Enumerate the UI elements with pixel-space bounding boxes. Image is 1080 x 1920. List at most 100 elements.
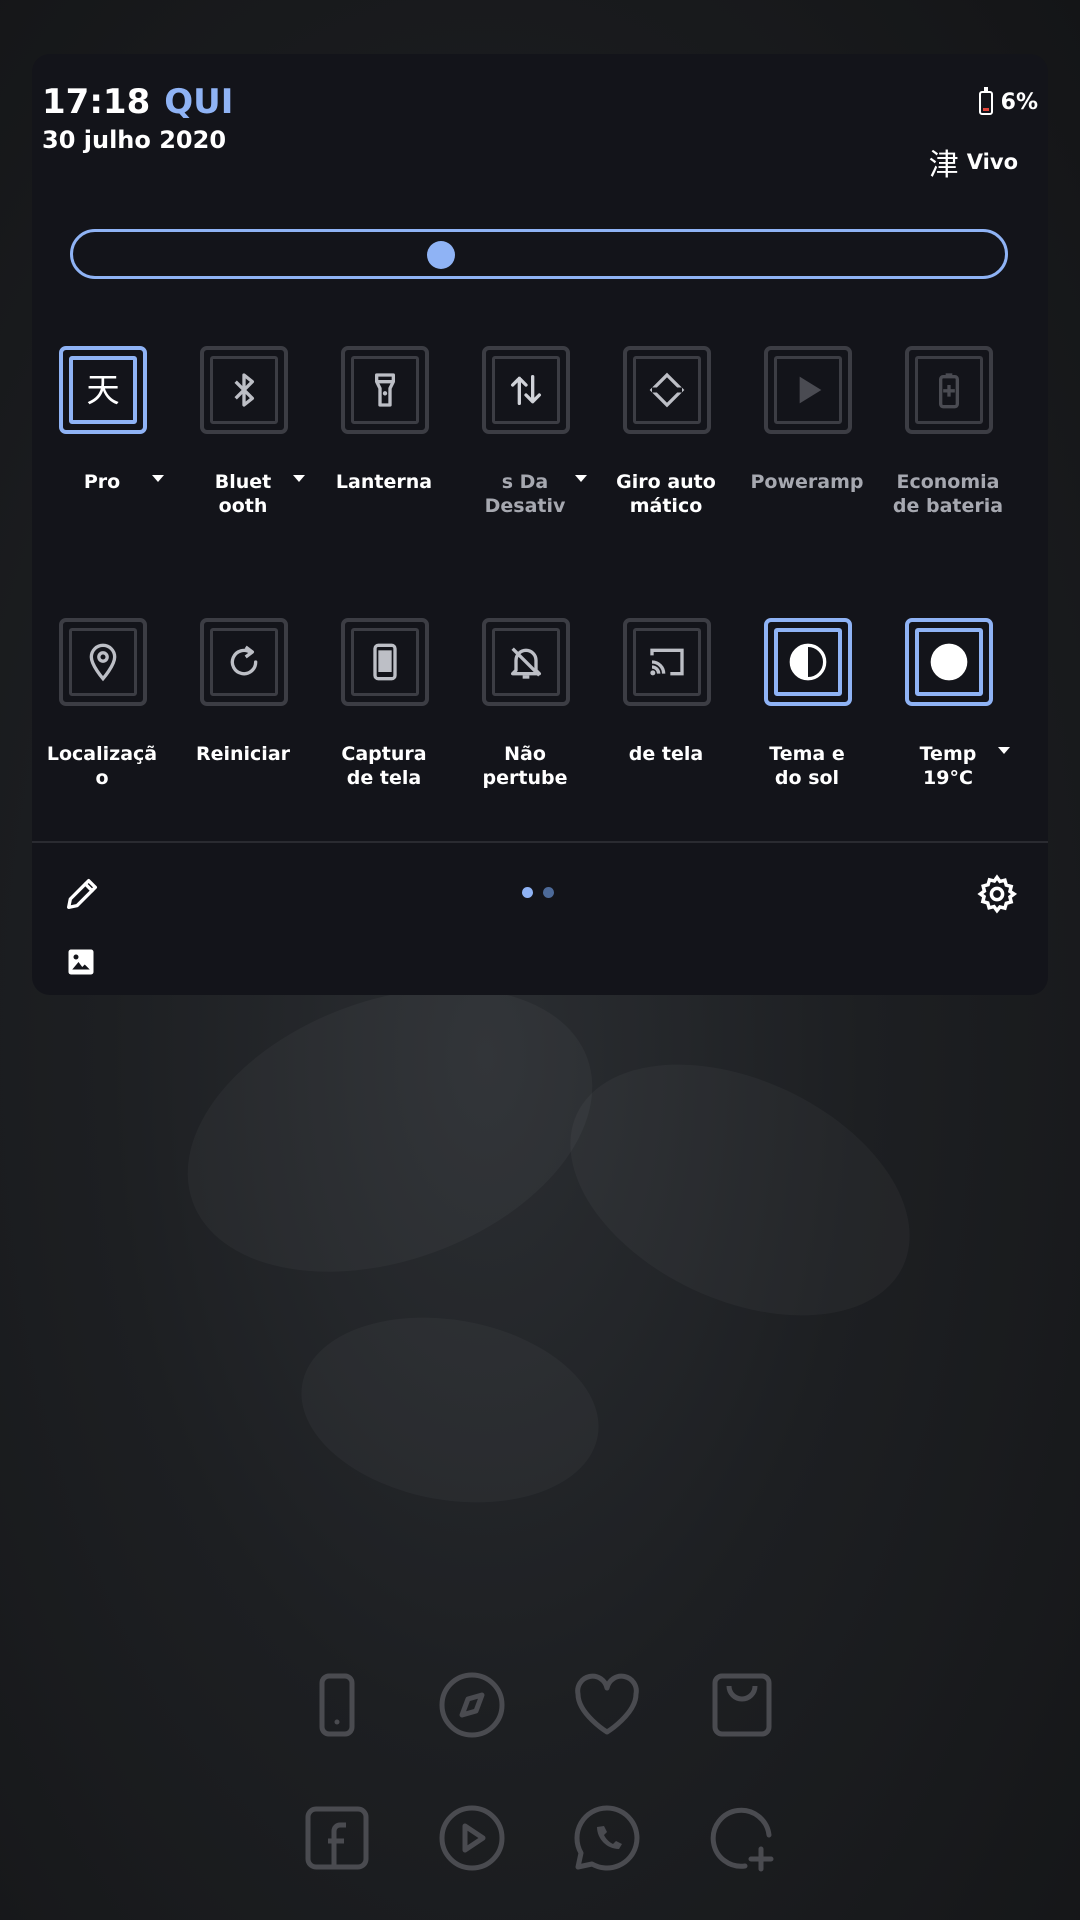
tile-box[interactable]	[482, 618, 570, 706]
quick-tile-flashlight[interactable]: Lanterna	[314, 346, 454, 546]
whatsapp-icon	[574, 1805, 640, 1871]
tile-label: Não pertube	[482, 743, 568, 789]
page-indicator	[522, 887, 554, 898]
full-circle-icon	[930, 643, 968, 681]
tile-label: Poweramp	[750, 471, 864, 493]
carrier-indicator: 津 Vivo	[929, 140, 1018, 184]
divider	[32, 841, 1048, 843]
dock-compass-icon[interactable]	[437, 1670, 507, 1740]
add-chat-icon	[710, 1807, 774, 1872]
tile-box[interactable]	[905, 346, 993, 434]
quick-tiles-grid: 天 Pro Bluet ooth Lanterna s Da Desativ Giro a…	[32, 346, 1048, 846]
auto-rotate-icon	[649, 372, 685, 408]
quick-tile-cast-screen[interactable]: de tela	[596, 618, 736, 818]
tile-label: Lanterna	[335, 471, 433, 493]
tile-label: Reiniciar	[195, 743, 291, 765]
page-dot[interactable]	[543, 887, 554, 898]
clock-day: QUI	[164, 82, 234, 122]
status-date: 30 julho 2020	[42, 126, 227, 154]
tile-box[interactable]	[623, 346, 711, 434]
quick-tile-full-circle[interactable]: Temp 19°C	[878, 618, 1018, 818]
dock-phone-icon[interactable]	[302, 1670, 372, 1740]
tile-box[interactable]	[482, 346, 570, 434]
pencil-edit-icon[interactable]	[62, 874, 102, 914]
gear-icon[interactable]	[976, 873, 1018, 915]
quick-tile-bluetooth[interactable]: Bluet ooth	[173, 346, 313, 546]
tile-label: Bluet ooth	[214, 471, 272, 517]
bluetooth-icon	[234, 373, 254, 407]
tile-box[interactable]: 天	[59, 346, 147, 434]
quick-tile-restart[interactable]: Reiniciar	[173, 618, 313, 818]
quick-tile-play[interactable]: Poweramp	[737, 346, 877, 546]
tile-box[interactable]	[200, 618, 288, 706]
quick-tile-kanji-tian[interactable]: 天 Pro	[32, 346, 172, 546]
tile-box[interactable]	[200, 346, 288, 434]
tile-label: Economia de bateria	[892, 471, 1004, 517]
play-circle-icon	[439, 1805, 505, 1871]
quick-tile-phone-screenshot[interactable]: Captura de tela	[314, 618, 454, 818]
carrier-name: Vivo	[966, 150, 1018, 174]
battery-percent: 6%	[1000, 90, 1038, 115]
dropdown-caret-icon[interactable]	[998, 747, 1010, 754]
flashlight-icon	[375, 373, 395, 407]
quick-tile-data-transfer[interactable]: s Da Desativ	[455, 346, 595, 546]
dropdown-caret-icon[interactable]	[152, 475, 164, 482]
quick-settings-panel: 17:18 QUI 30 julho 2020 6% 津 Vivo 天 Pro Blu…	[32, 54, 1048, 995]
wallpaper-leaf	[530, 1014, 949, 1366]
tile-label: de tela	[628, 743, 704, 765]
heart-icon	[575, 1673, 639, 1735]
compass-icon	[439, 1672, 505, 1738]
tile-box[interactable]	[341, 618, 429, 706]
battery-low-icon	[978, 86, 993, 115]
image-icon[interactable]	[66, 947, 96, 977]
dropdown-caret-icon[interactable]	[575, 475, 587, 482]
tile-label: Pro	[83, 471, 121, 493]
quick-tile-battery-saver[interactable]: Economia de bateria	[878, 346, 1018, 546]
play-icon	[799, 376, 822, 404]
carrier-glyph: 津	[928, 148, 959, 183]
quick-tile-auto-rotate[interactable]: Giro auto mático	[596, 346, 736, 546]
facebook-icon	[305, 1806, 369, 1870]
battery-indicator: 6%	[978, 86, 1038, 115]
tile-label: Tema e do sol	[769, 743, 845, 789]
tile-label: Giro auto mático	[616, 471, 716, 517]
phone-icon	[319, 1673, 355, 1737]
tile-label: s Da Desativ	[484, 471, 566, 517]
location-pin-icon	[89, 643, 117, 682]
tile-label: Temp 19°C	[919, 743, 977, 789]
tile-label: Localizaçã o	[46, 743, 158, 789]
do-not-disturb-bell-icon	[510, 647, 541, 679]
dock-heart-icon[interactable]	[572, 1670, 642, 1740]
quick-tile-half-circle-theme[interactable]: Tema e do sol	[737, 618, 877, 818]
half-circle-theme-icon	[789, 643, 827, 681]
brightness-thumb[interactable]	[427, 241, 456, 269]
dock-whatsapp-icon[interactable]	[572, 1803, 642, 1873]
tile-label: Captura de tela	[341, 743, 427, 789]
tile-box[interactable]	[341, 346, 429, 434]
phone-screenshot-icon	[373, 643, 397, 681]
cast-screen-icon	[650, 648, 684, 676]
tile-box[interactable]	[764, 346, 852, 434]
wallpaper-leaf	[287, 1295, 614, 1524]
kanji-tian-icon: 天	[86, 371, 119, 410]
dock-play-circle-icon[interactable]	[437, 1803, 507, 1873]
data-transfer-icon	[510, 375, 541, 405]
shopping-bag-icon	[712, 1673, 772, 1737]
svg-text:天: 天	[86, 371, 119, 410]
dropdown-caret-icon[interactable]	[293, 475, 305, 482]
page-dot[interactable]	[522, 887, 533, 898]
dock-shopping-bag-icon[interactable]	[707, 1670, 777, 1740]
dock-add-chat-icon[interactable]	[707, 1803, 777, 1873]
quick-tile-do-not-disturb-bell[interactable]: Não pertube	[455, 618, 595, 818]
restart-icon	[230, 645, 258, 676]
tile-box[interactable]	[623, 618, 711, 706]
clock-time: 17:18	[42, 82, 151, 122]
dock-facebook-icon[interactable]	[302, 1803, 372, 1873]
tile-box[interactable]	[59, 618, 147, 706]
status-clock: 17:18 QUI	[42, 82, 233, 122]
brightness-slider[interactable]	[70, 229, 1008, 279]
battery-saver-icon	[939, 373, 959, 409]
tile-box[interactable]	[905, 618, 993, 706]
tile-box[interactable]	[764, 618, 852, 706]
quick-tile-location-pin[interactable]: Localizaçã o	[32, 618, 172, 818]
